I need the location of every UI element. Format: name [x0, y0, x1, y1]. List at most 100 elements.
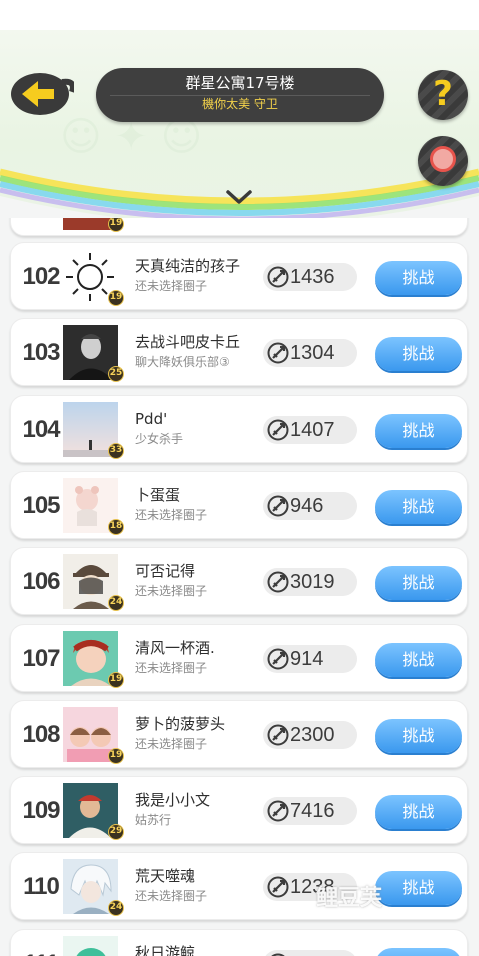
challenge-button[interactable]: 挑战: [375, 489, 462, 524]
score-value: 3019: [290, 571, 335, 594]
ranking-row: 109 29 我是小小文 姑苏行 7416 挑战: [10, 776, 468, 845]
score-value: 7416: [290, 800, 335, 823]
rank-number: 108: [22, 720, 60, 748]
level-badge: 19: [108, 747, 124, 764]
rank-number: 105: [22, 491, 60, 519]
score-value: 1407: [290, 418, 335, 441]
crossed-swords-icon: [267, 648, 289, 669]
level-badge: 24: [108, 900, 124, 917]
challenge-button[interactable]: 挑战: [375, 795, 462, 830]
player-name: 荒天噬魂: [135, 867, 196, 886]
page-title: 群星公寓17号楼: [185, 74, 295, 92]
rank-number: 104: [22, 415, 60, 443]
club-name: 聊大降妖俱乐部③: [135, 355, 230, 370]
player-name: 我是小小文: [135, 791, 211, 810]
level-badge: 19: [108, 671, 124, 688]
club-name: 还未选择圈子: [135, 507, 208, 522]
club-name: 还未选择圈子: [135, 279, 208, 293]
score-pill: 1436: [263, 263, 357, 291]
score-pill: 2300: [263, 720, 357, 749]
score-pill: 3019: [263, 568, 357, 597]
player-name: 秋日游鲸: [135, 943, 196, 956]
building-title-pill: 群星公寓17号楼 機你太美 守卫: [96, 68, 384, 122]
club-badge-icon: [430, 146, 456, 172]
ranking-row: 103 25 去战斗吧皮卡丘 聊大降妖俱乐部③ 1304 挑战: [10, 318, 468, 387]
score-value: 1304: [290, 342, 335, 365]
score-value: 2300: [290, 723, 335, 746]
crossed-swords-icon: [267, 419, 289, 441]
player-name: 可否记得: [135, 562, 196, 581]
player-name: 萝卜的菠萝头: [135, 714, 226, 733]
ranking-list[interactable]: 19 102 19 天真纯洁的孩子 还未选择圈子 1436 挑战 103 25 …: [0, 218, 479, 956]
crossed-swords-icon: [267, 266, 289, 288]
rank-number: 103: [22, 339, 60, 367]
score-pill: 1077: [263, 949, 357, 956]
question-mark-icon: ?: [433, 74, 453, 114]
status-bar: [0, 0, 479, 30]
challenge-button[interactable]: 挑战: [375, 566, 462, 601]
challenge-button[interactable]: 挑战: [375, 413, 462, 448]
avatar: [63, 935, 118, 956]
score-pill: 1304: [263, 339, 357, 368]
score-value: 1436: [290, 266, 335, 288]
challenge-button[interactable]: 挑战: [375, 871, 462, 906]
score-value: 1077: [290, 950, 335, 956]
club-name: 还未选择圈子: [135, 584, 208, 599]
rank-number: 106: [22, 568, 60, 596]
club-badge-button[interactable]: [418, 136, 468, 186]
challenge-button[interactable]: 挑战: [375, 261, 462, 295]
chevron-down-icon: [226, 190, 252, 204]
player-name: Pdd': [135, 409, 168, 428]
rank-number: 102: [22, 263, 60, 290]
crossed-swords-icon: [267, 571, 289, 593]
page-header: ☺ ✦ ☺ 群星公寓17号楼 機你太美 守卫 ?: [0, 30, 479, 218]
ranking-row: 104 33 Pdd' 少女杀手 1407 挑战: [10, 394, 468, 463]
help-button[interactable]: ?: [418, 70, 468, 120]
level-badge: 29: [108, 824, 124, 841]
level-badge: 24: [108, 595, 124, 612]
score-value: 914: [290, 647, 324, 670]
challenge-button[interactable]: 挑战: [375, 642, 462, 677]
level-badge: 19: [108, 218, 124, 232]
player-name: 去战斗吧皮卡丘: [135, 333, 241, 352]
score-pill: 914: [263, 644, 357, 673]
crossed-swords-icon: [267, 876, 289, 898]
score-value: 946: [290, 494, 324, 517]
score-pill: 7416: [263, 797, 357, 826]
ranking-row: 102 19 天真纯洁的孩子 还未选择圈子 1436 挑战: [10, 242, 468, 310]
level-badge: 19: [108, 290, 124, 306]
player-name: 天真纯洁的孩子: [135, 257, 241, 275]
challenge-button[interactable]: 挑战: [375, 337, 462, 372]
guard-subtitle: 機你太美 守卫: [202, 97, 278, 111]
ranking-row: 110 24 荒天噬魂 还未选择圈子 1238 挑战: [10, 852, 468, 921]
level-badge: 25: [108, 366, 124, 383]
rank-number: 110: [23, 873, 60, 901]
back-button[interactable]: [10, 70, 76, 116]
arrow-left-icon: [11, 73, 76, 115]
ranking-row: 105 18 卜蛋蛋 还未选择圈子 946 挑战: [10, 470, 468, 539]
ranking-row: 106 24 可否记得 还未选择圈子 3019 挑战: [10, 547, 468, 616]
player-name: 卜蛋蛋: [135, 485, 181, 504]
ranking-row: 108 19 萝卜的菠萝头 还未选择圈子 2300 挑战: [10, 699, 468, 768]
player-name: 清风一杯酒.: [135, 638, 215, 657]
ranking-row-partial: 19: [10, 218, 468, 236]
challenge-button[interactable]: 挑战: [375, 718, 462, 753]
score-pill: 946: [263, 491, 357, 520]
club-name: 还未选择圈子: [135, 660, 208, 675]
crossed-swords-icon: [267, 800, 289, 822]
ranking-row: 107 19 清风一杯酒. 还未选择圈子 914 挑战: [10, 623, 468, 692]
level-badge: 33: [108, 442, 124, 459]
challenge-button[interactable]: 挑战: [375, 947, 462, 956]
level-badge: 18: [108, 518, 124, 535]
watermark-text: 鲤豆芙: [316, 886, 383, 911]
club-name: 少女杀手: [135, 431, 184, 446]
collapse-button[interactable]: [222, 186, 256, 208]
club-name: 还未选择圈子: [135, 736, 208, 751]
crossed-swords-icon: [267, 724, 289, 746]
club-name: 还未选择圈子: [135, 889, 208, 904]
rank-number: 111: [15, 930, 67, 956]
ranking-row: 111 秋日游鲸 1077 挑战: [10, 928, 468, 956]
club-name: 姑苏行: [135, 813, 172, 828]
rank-number: 107: [22, 644, 60, 672]
crossed-swords-icon: [267, 342, 289, 364]
